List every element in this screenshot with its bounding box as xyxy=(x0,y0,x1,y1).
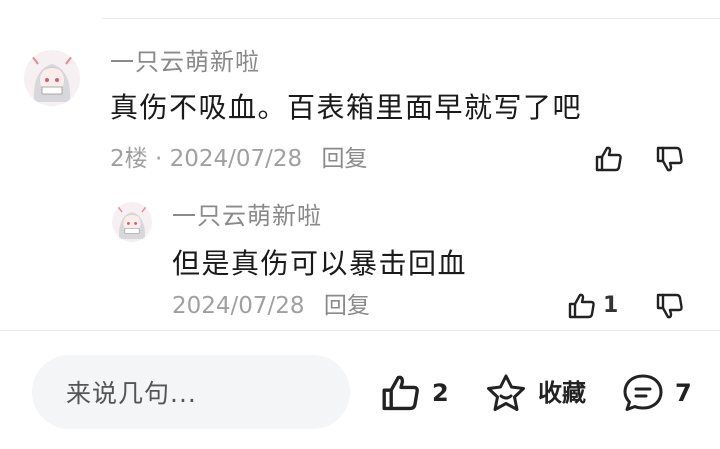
like-button[interactable] xyxy=(594,144,630,174)
thumbs-up-icon xyxy=(595,146,622,172)
reply-button[interactable]: 回复 xyxy=(321,146,367,172)
dislike-button[interactable] xyxy=(655,291,685,321)
avatar[interactable] xyxy=(112,202,152,242)
like-count: 1 xyxy=(603,293,619,318)
top-divider xyxy=(102,18,720,19)
comment-meta: 2楼 · 2024/07/28 回复 xyxy=(110,148,367,171)
comment-input-placeholder: 来说几句... xyxy=(66,379,197,408)
like-button[interactable]: 1 xyxy=(567,291,618,321)
reply-date: 2024/07/28 xyxy=(172,293,305,319)
comment-bubble-icon xyxy=(623,374,663,411)
comment-count: 7 xyxy=(675,379,692,407)
section-divider xyxy=(0,330,720,331)
star-icon xyxy=(487,374,525,411)
post-like-button[interactable]: 2 xyxy=(380,372,449,414)
comment-username[interactable]: 一只云萌新啦 xyxy=(110,50,260,74)
comments-button[interactable]: 7 xyxy=(621,372,692,414)
post-like-count: 2 xyxy=(432,379,449,407)
meta-separator: · xyxy=(154,146,163,172)
comment-input[interactable]: 来说几句... xyxy=(32,355,350,429)
avatar[interactable] xyxy=(24,50,80,106)
thumbs-down-icon xyxy=(656,146,683,172)
reply-content: 但是真伤可以暴击回血 xyxy=(172,247,468,280)
favorite-button[interactable]: 收藏 xyxy=(484,372,586,414)
floor-number: 2楼 xyxy=(110,146,148,172)
comment-content: 真伤不吸血。百表箱里面早就写了吧 xyxy=(110,91,583,124)
reply-button[interactable]: 回复 xyxy=(324,293,370,319)
dislike-button[interactable] xyxy=(655,144,685,174)
reply-meta: 2024/07/28 回复 xyxy=(172,295,370,318)
reply-username[interactable]: 一只云萌新啦 xyxy=(172,204,322,228)
thumbs-up-icon xyxy=(568,293,595,319)
thumbs-up-icon xyxy=(382,375,419,411)
thumbs-down-icon xyxy=(656,293,683,319)
favorite-label: 收藏 xyxy=(538,379,586,407)
comment-date: 2024/07/28 xyxy=(169,146,303,172)
